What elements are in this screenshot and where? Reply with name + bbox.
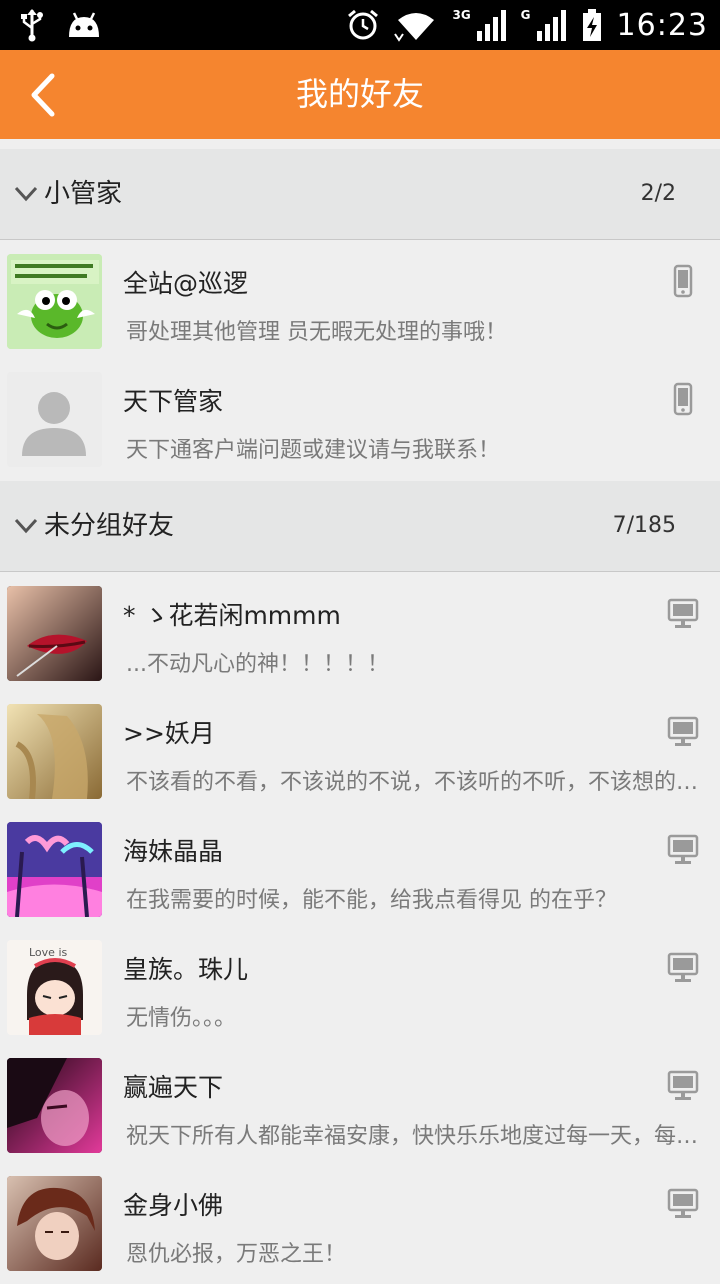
contact-signature: 天下通客户端问题或建议请与我联系！ <box>126 438 501 463</box>
avatar <box>7 1176 102 1271</box>
contact-name: 天下管家 <box>123 387 224 416</box>
group-name: 未分组好友 <box>44 511 175 541</box>
contact-row[interactable]: 全站@巡逻 哥处理其他管理 员无暇无处理的事哦！ <box>0 244 720 362</box>
contact-signature: 恩仇必报，万恶之王！ <box>126 1242 347 1267</box>
avatar <box>7 822 102 917</box>
page-title: 我的好友 <box>295 75 424 113</box>
avatar <box>7 254 102 349</box>
computer-icon <box>667 952 699 982</box>
avatar: Love is <box>7 940 102 1035</box>
contact-name: 海妹晶晶 <box>123 837 224 866</box>
avatar <box>7 372 102 467</box>
chevron-left-icon <box>31 73 55 117</box>
signal-icon <box>476 10 506 41</box>
contact-signature: 哥处理其他管理 员无暇无处理的事哦！ <box>126 320 507 345</box>
chevron-down-icon <box>14 186 38 202</box>
contact-row[interactable]: 赢遍天下 祝天下所有人都能幸福安康，快快乐乐地度过每一天，每一年 <box>0 1048 720 1166</box>
svg-text:Love is: Love is <box>29 946 67 959</box>
network-g-label: G <box>520 8 531 22</box>
signal-icon <box>536 10 566 41</box>
contact-row[interactable]: >>妖月 不该看的不看，不该说的不说，不该听的不听，不该想的不想 <box>0 694 720 812</box>
computer-icon <box>667 716 699 746</box>
contact-row[interactable]: * ゝ花若闲mmmm ...不动凡心的神！！！！！ <box>0 576 720 694</box>
contact-signature: ...不动凡心的神！！！！！ <box>126 652 389 677</box>
computer-icon <box>667 1070 699 1100</box>
status-bar: 3G G 16:23 <box>0 0 720 50</box>
chevron-down-icon <box>14 518 38 534</box>
contact-name: >>妖月 <box>123 719 215 748</box>
contact-signature: 无情伤。。。 <box>126 1006 237 1031</box>
title-bar: 我的好友 <box>0 50 720 139</box>
battery-charging-icon <box>582 9 601 41</box>
group-header-xiaoguanjia[interactable]: 小管家 2/2 <box>0 149 720 240</box>
contact-name: * ゝ花若闲mmmm <box>123 601 341 630</box>
avatar <box>7 704 102 799</box>
contact-row[interactable]: 天下管家 天下通客户端问题或建议请与我联系！ <box>0 362 720 480</box>
contact-name: 皇族。珠儿 <box>123 955 249 984</box>
group-count: 2/2 <box>640 181 676 206</box>
contact-name: 全站@巡逻 <box>123 269 249 298</box>
phone-icon <box>673 382 693 416</box>
phone-icon <box>673 264 693 298</box>
contact-signature: 不该看的不看，不该说的不说，不该听的不听，不该想的不想 <box>126 770 718 795</box>
contact-row[interactable]: 金身小佛 恩仇必报，万恶之王！ <box>0 1166 720 1284</box>
group-header-ungrouped[interactable]: 未分组好友 7/185 <box>0 481 720 572</box>
back-button[interactable] <box>22 72 68 118</box>
contact-name: 赢遍天下 <box>123 1073 224 1102</box>
wifi-icon <box>394 13 435 42</box>
contact-name: 金身小佛 <box>123 1191 224 1220</box>
contact-row[interactable]: Love is 皇族。珠儿 无情伤。。。 <box>0 930 720 1048</box>
avatar <box>7 1058 102 1153</box>
group-count: 7/185 <box>612 513 676 538</box>
android-icon <box>69 12 99 37</box>
group-name: 小管家 <box>44 179 123 209</box>
contact-signature: 在我需要的时候，能不能，给我点看得见 的在乎？ <box>126 888 617 913</box>
avatar <box>7 586 102 681</box>
usb-icon <box>21 9 43 42</box>
clock: 16:23 <box>616 7 708 43</box>
computer-icon <box>667 834 699 864</box>
alarm-icon <box>348 9 379 40</box>
contact-row[interactable]: 海妹晶晶 在我需要的时候，能不能，给我点看得见 的在乎？ <box>0 812 720 930</box>
computer-icon <box>667 1188 699 1218</box>
computer-icon <box>667 598 699 628</box>
contact-signature: 祝天下所有人都能幸福安康，快快乐乐地度过每一天，每一年 <box>126 1124 718 1149</box>
network-3g-label: 3G <box>452 8 471 22</box>
